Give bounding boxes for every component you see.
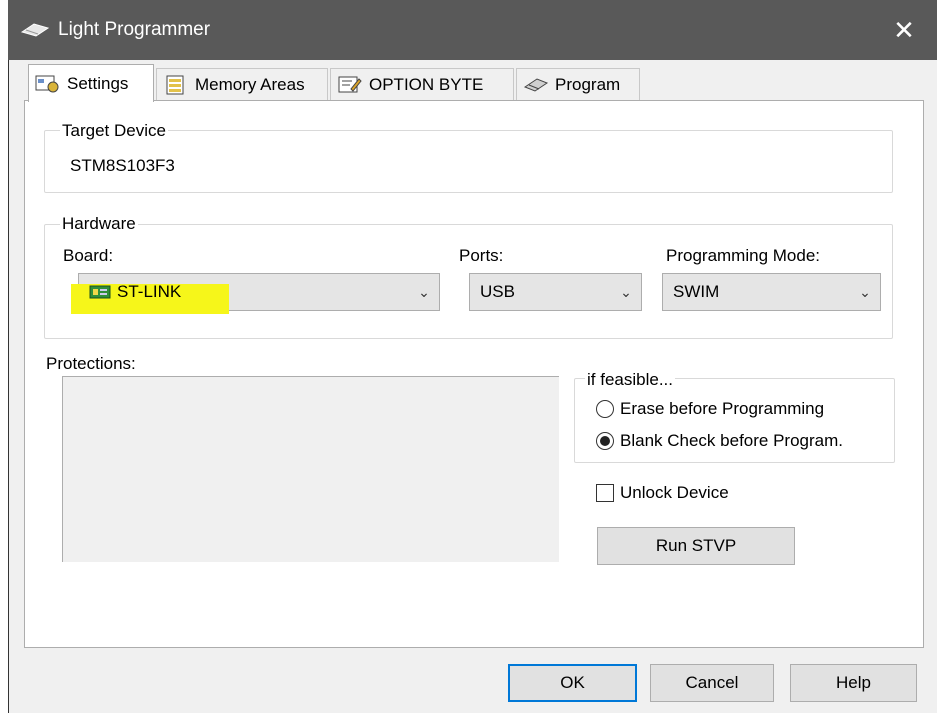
help-button[interactable]: Help (790, 664, 917, 702)
ports-label: Ports: (459, 246, 504, 265)
cancel-button[interactable]: Cancel (650, 664, 774, 702)
hardware-legend: Hardware (60, 214, 138, 234)
if-feasible-legend: if feasible... (585, 370, 675, 390)
radio-label: Blank Check before Program. (620, 431, 843, 450)
chevron-down-icon: ⌄ (859, 283, 871, 300)
programming-mode-value: SWIM (673, 282, 720, 301)
chevron-down-icon: ⌄ (620, 283, 632, 300)
tab-label: Program (555, 74, 621, 94)
close-button[interactable]: ✕ (880, 10, 928, 50)
target-device-legend: Target Device (60, 121, 168, 141)
radio-button[interactable] (596, 432, 614, 450)
board-select[interactable]: ST-LINK ⌄ (71, 273, 440, 314)
target-device-value: STM8S103F3 (70, 156, 175, 175)
tab-option-byte[interactable]: OPTION BYTE (330, 68, 514, 100)
chevron-down-icon: ⌄ (418, 283, 430, 300)
option-byte-icon (338, 76, 362, 92)
programming-mode-label: Programming Mode: (666, 246, 821, 265)
tab-settings[interactable]: Settings (28, 64, 154, 102)
ports-select[interactable]: USB ⌄ (469, 273, 642, 311)
board-label: Board: (63, 246, 114, 265)
window-title: Light Programmer (58, 19, 211, 40)
tab-label: OPTION BYTE (369, 74, 484, 94)
checkbox-label: Unlock Device (620, 483, 729, 502)
memory-icon (166, 75, 184, 94)
tab-program[interactable]: Program (516, 68, 640, 100)
tab-label: Memory Areas (195, 74, 305, 94)
radio-label: Erase before Programming (620, 399, 825, 418)
programming-mode-select[interactable]: SWIM ⌄ (662, 273, 881, 311)
settings-icon (35, 75, 59, 92)
protections-label: Protections: (46, 354, 136, 373)
blank-check-radio[interactable]: Blank Check before Program. (596, 431, 843, 451)
tab-label: Settings (67, 73, 129, 93)
radio-button[interactable] (596, 400, 614, 418)
unlock-device-checkbox[interactable] (596, 484, 614, 502)
board-value: ST-LINK (117, 282, 182, 301)
chip-icon (523, 77, 549, 92)
erase-before-programming-radio[interactable]: Erase before Programming (596, 399, 824, 419)
tab-memory-areas[interactable]: Memory Areas (156, 68, 328, 100)
ports-value: USB (480, 282, 515, 301)
unlock-device-checkbox-row[interactable]: Unlock Device (596, 483, 729, 503)
chip-icon (20, 23, 50, 37)
ok-button[interactable]: OK (508, 664, 637, 702)
board-icon (89, 285, 111, 299)
protections-list[interactable] (62, 376, 559, 562)
run-stvp-button[interactable]: Run STVP (597, 527, 795, 565)
